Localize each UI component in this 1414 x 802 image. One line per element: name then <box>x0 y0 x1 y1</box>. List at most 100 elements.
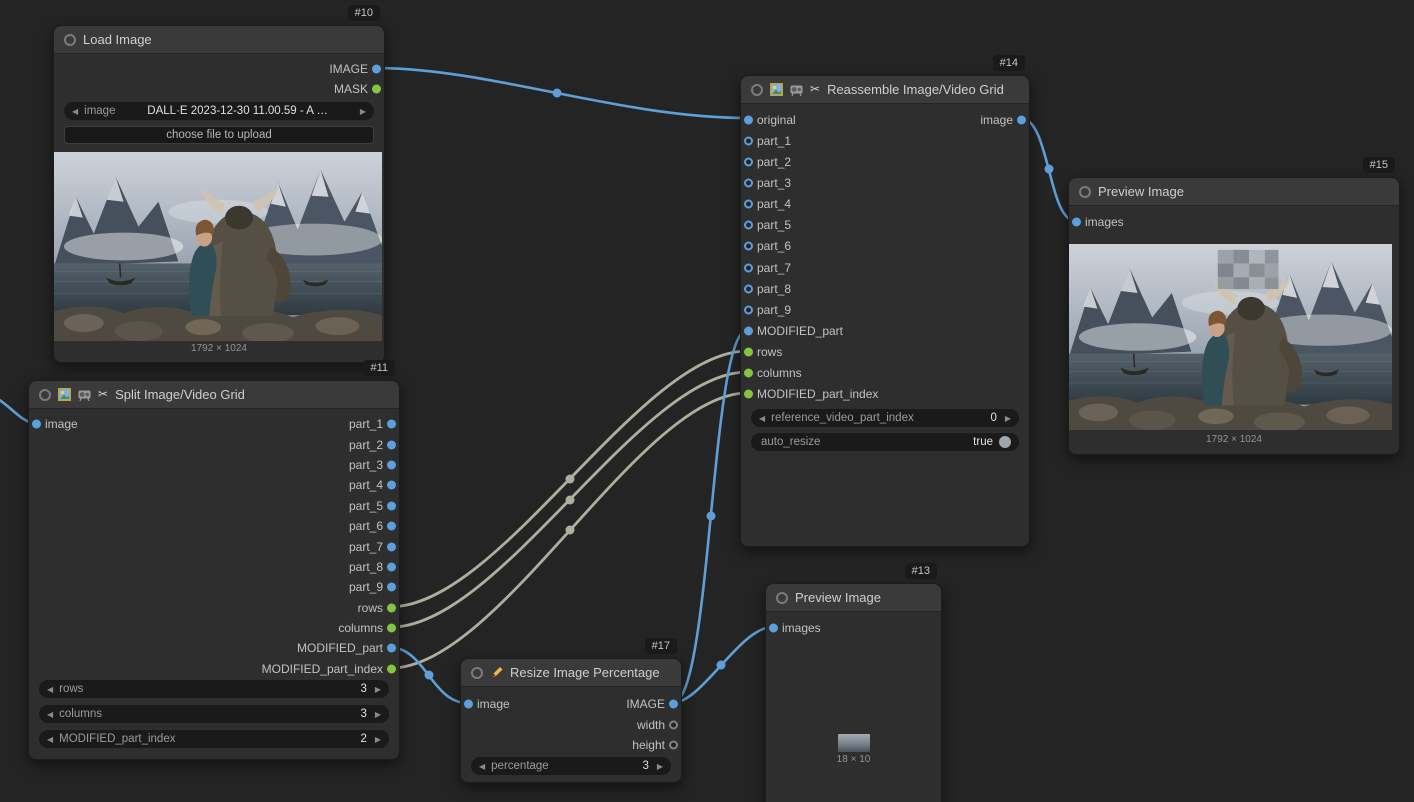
port-part-5-out[interactable] <box>387 501 396 510</box>
port-modified-part-out[interactable] <box>387 644 396 653</box>
port-part-9-in[interactable] <box>744 305 753 314</box>
modified-part-index-widget[interactable]: ◀ MODIFIED_part_index 2 ▶ <box>39 730 389 748</box>
port-modified-part-index-in[interactable] <box>744 390 753 399</box>
left-arrow-icon[interactable]: ◀ <box>759 414 765 423</box>
port-part-6-in[interactable] <box>744 242 753 251</box>
port-part-7-out[interactable] <box>387 542 396 551</box>
input-label-part-4: part_4 <box>757 197 791 211</box>
port-width-out[interactable] <box>669 720 678 729</box>
node-preview-image-15[interactable]: #15 Preview Image images 1792 × 1024 <box>1068 177 1400 455</box>
port-part-8-in[interactable] <box>744 284 753 293</box>
left-arrow-icon[interactable]: ◀ <box>47 685 53 694</box>
port-part-2-out[interactable] <box>387 440 396 449</box>
choose-file-button[interactable]: choose file to upload <box>64 126 374 144</box>
port-rows-out[interactable] <box>387 603 396 612</box>
right-arrow-icon[interactable]: ▶ <box>375 710 381 719</box>
port-part-5-in[interactable] <box>744 221 753 230</box>
widget-label: auto_resize <box>761 436 820 448</box>
port-part-3-out[interactable] <box>387 460 396 469</box>
port-part-9-out[interactable] <box>387 583 396 592</box>
port-part-7-in[interactable] <box>744 263 753 272</box>
port-part-2-in[interactable] <box>744 157 753 166</box>
right-arrow-icon[interactable]: ▶ <box>657 762 663 771</box>
port-part-4-in[interactable] <box>744 200 753 209</box>
reroute-dot[interactable] <box>566 526 575 535</box>
port-image-out[interactable] <box>669 700 678 709</box>
reroute-dot[interactable] <box>566 496 575 505</box>
reference-video-part-index-widget[interactable]: ◀ reference_video_part_index 0 ▶ <box>751 409 1019 427</box>
reroute-dot[interactable] <box>717 661 726 670</box>
node-image-preview <box>1069 244 1392 430</box>
left-arrow-icon[interactable]: ◀ <box>47 710 53 719</box>
port-modified-part-in[interactable] <box>744 326 753 335</box>
collapse-toggle[interactable] <box>751 84 763 96</box>
output-label-part-7: part_7 <box>349 540 383 554</box>
node-header[interactable]: ✂ Reassemble Image/Video Grid <box>741 76 1029 104</box>
collapse-toggle[interactable] <box>1079 186 1091 198</box>
port-part-3-in[interactable] <box>744 178 753 187</box>
node-header[interactable]: Preview Image <box>1069 178 1399 206</box>
pencil-icon <box>490 666 503 679</box>
node-header[interactable]: ✂ Split Image/Video Grid <box>29 381 399 409</box>
port-part-8-out[interactable] <box>387 562 396 571</box>
reroute-dot[interactable] <box>1045 165 1054 174</box>
reroute-dot[interactable] <box>425 671 434 680</box>
blurred-region <box>1218 250 1279 289</box>
port-images-in[interactable] <box>1072 217 1081 226</box>
node-header[interactable]: Resize Image Percentage <box>461 659 681 687</box>
node-preview-image-13[interactable]: #13 Preview Image images 18 × 10 <box>765 583 942 802</box>
port-rows-in[interactable] <box>744 348 753 357</box>
collapse-toggle[interactable] <box>39 389 51 401</box>
port-height-out[interactable] <box>669 741 678 750</box>
port-part-1-out[interactable] <box>387 420 396 429</box>
widget-label: percentage <box>491 760 549 772</box>
right-arrow-icon[interactable]: ▶ <box>375 685 381 694</box>
left-arrow-icon[interactable]: ◀ <box>479 762 485 771</box>
film-icon <box>78 388 91 401</box>
reroute-dot[interactable] <box>553 89 562 98</box>
collapse-toggle[interactable] <box>776 592 788 604</box>
node-reassemble-grid[interactable]: #14 ✂ Reassemble Image/Video Grid origin… <box>740 75 1030 547</box>
toggle-knob[interactable] <box>999 436 1011 448</box>
input-label-modified-part: MODIFIED_part <box>757 324 843 338</box>
port-image-out[interactable] <box>1017 115 1026 124</box>
port-part-1-in[interactable] <box>744 136 753 145</box>
right-arrow-icon[interactable]: ▶ <box>1005 414 1011 423</box>
left-arrow-icon[interactable]: ◀ <box>47 735 53 744</box>
input-label-part-7: part_7 <box>757 261 791 275</box>
output-label-part-3: part_3 <box>349 458 383 472</box>
columns-widget[interactable]: ◀ columns 3 ▶ <box>39 705 389 723</box>
scissors-icon: ✂ <box>98 388 108 401</box>
reroute-dot[interactable] <box>707 512 716 521</box>
right-arrow-icon[interactable]: ▶ <box>375 735 381 744</box>
port-part-4-out[interactable] <box>387 481 396 490</box>
output-label-modified-part: MODIFIED_part <box>297 641 383 655</box>
node-split-grid[interactable]: #11 ✂ Split Image/Video Grid image part_… <box>28 380 400 760</box>
port-mask-out[interactable] <box>372 85 381 94</box>
port-image-out[interactable] <box>372 65 381 74</box>
input-label-part-1: part_1 <box>757 134 791 148</box>
widget-label: MODIFIED_part_index <box>59 733 175 745</box>
reroute-dot[interactable] <box>566 475 575 484</box>
port-columns-out[interactable] <box>387 624 396 633</box>
scissors-icon: ✂ <box>810 83 820 96</box>
combo-left-arrow-icon[interactable]: ◀ <box>72 107 78 116</box>
node-header[interactable]: Load Image <box>54 26 384 54</box>
port-columns-in[interactable] <box>744 369 753 378</box>
collapse-toggle[interactable] <box>471 667 483 679</box>
port-modified-part-index-out[interactable] <box>387 664 396 673</box>
percentage-widget[interactable]: ◀ percentage 3 ▶ <box>471 757 671 775</box>
port-part-6-out[interactable] <box>387 522 396 531</box>
widget-value: 3 <box>642 760 656 772</box>
auto-resize-toggle[interactable]: auto_resize true <box>751 433 1019 451</box>
node-header[interactable]: Preview Image <box>766 584 941 612</box>
port-images-in[interactable] <box>769 623 778 632</box>
rows-widget[interactable]: ◀ rows 3 ▶ <box>39 680 389 698</box>
collapse-toggle[interactable] <box>64 34 76 46</box>
image-combo-widget[interactable]: ◀ image DALL·E 2023-12-30 11.00.59 - A …… <box>64 102 374 120</box>
widget-value: 2 <box>360 733 374 745</box>
node-graph-canvas[interactable]: #10 Load Image IMAGE MASK ◀ image DALL·E… <box>0 0 1414 802</box>
node-load-image[interactable]: #10 Load Image IMAGE MASK ◀ image DALL·E… <box>53 25 385 363</box>
node-resize-image-percentage[interactable]: #17 Resize Image Percentage image IMAGE … <box>460 658 682 783</box>
combo-right-arrow-icon[interactable]: ▶ <box>360 107 366 116</box>
